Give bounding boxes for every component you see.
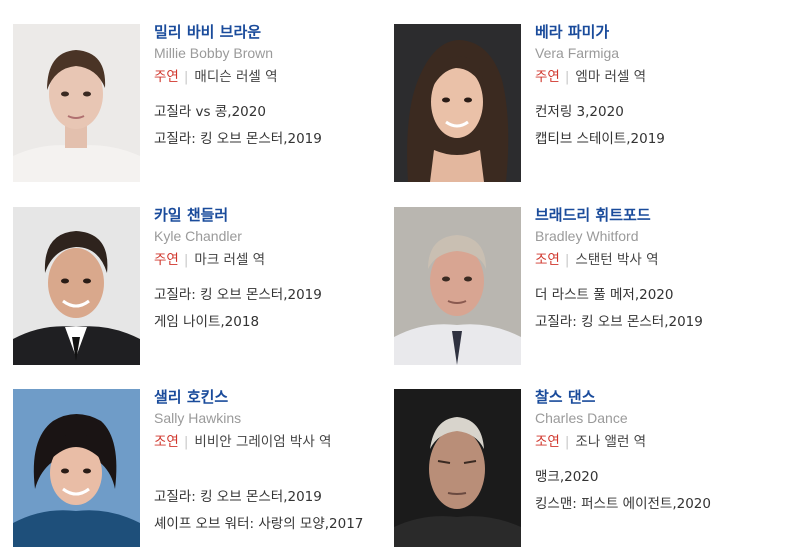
filmography-item[interactable]: 컨저링 3,2020 xyxy=(535,100,624,120)
actor-english-name: Kyle Chandler xyxy=(154,228,242,244)
filmography-item[interactable]: 캡티브 스테이트,2019 xyxy=(535,127,665,147)
cast-card: 샐리 호킨스 Sally Hawkins 조연 | 비비안 그레이엄 박사 역 고질… xyxy=(13,386,404,554)
role-name: 조나 앨런 역 xyxy=(575,434,647,450)
role-line: 주연 | 엠마 러셀 역 xyxy=(535,66,785,88)
role-line: 주연 | 매디슨 러셀 역 xyxy=(154,66,404,88)
cast-card: 밀리 바비 브라운 Millie Bobby Brown 주연 | 매디슨 러셀 역… xyxy=(13,21,404,189)
actor-photo[interactable] xyxy=(13,207,140,365)
cast-grid: 밀리 바비 브라운 Millie Bobby Brown 주연 | 매디슨 러셀 역… xyxy=(0,0,797,557)
role-line: 조연 | 조나 앨런 역 xyxy=(535,431,785,453)
role-type: 조연 xyxy=(535,252,560,268)
actor-name[interactable]: 베라 파미가 xyxy=(535,21,609,42)
actor-photo[interactable] xyxy=(394,389,521,547)
role-name: 매디슨 러셀 역 xyxy=(194,69,278,85)
role-line: 조연 | 스탠턴 박사 역 xyxy=(535,249,785,271)
actor-english-name: Sally Hawkins xyxy=(154,410,242,426)
filmography-item[interactable]: 고질라: 킹 오브 몬스터,2019 xyxy=(154,485,322,505)
cast-card: 베라 파미가 Vera Farmiga 주연 | 엠마 러셀 역 컨저링 3,202… xyxy=(394,21,785,189)
separator: | xyxy=(564,69,570,85)
filmography-item[interactable]: 고질라: 킹 오브 몬스터,2019 xyxy=(154,283,322,303)
separator: | xyxy=(564,434,570,450)
role-name: 비비안 그레이엄 박사 역 xyxy=(194,434,332,450)
actor-english-name: Charles Dance xyxy=(535,410,628,426)
cast-card: 찰스 댄스 Charles Dance 조연 | 조나 앨런 역 맹크,2020 킹… xyxy=(394,386,785,554)
filmography-item[interactable]: 킹스맨: 퍼스트 에이전트,2020 xyxy=(535,492,711,512)
filmography-item[interactable]: 고질라: 킹 오브 몬스터,2019 xyxy=(535,310,703,330)
filmography-item[interactable]: 맹크,2020 xyxy=(535,465,599,485)
actor-photo[interactable] xyxy=(394,207,521,365)
actor-name[interactable]: 밀리 바비 브라운 xyxy=(154,21,261,42)
filmography-item[interactable]: 셰이프 오브 워터: 사랑의 모양,2017 xyxy=(154,512,363,532)
actor-name[interactable]: 카일 챈들러 xyxy=(154,204,228,225)
actor-english-name: Vera Farmiga xyxy=(535,45,620,61)
filmography-item[interactable]: 게임 나이트,2018 xyxy=(154,310,259,330)
role-name: 마크 러셀 역 xyxy=(194,252,266,268)
role-line: 주연 | 마크 러셀 역 xyxy=(154,249,404,271)
role-type: 조연 xyxy=(154,434,179,450)
actor-name[interactable]: 샐리 호킨스 xyxy=(154,386,228,407)
role-type: 조연 xyxy=(535,434,560,450)
cast-card: 카일 챈들러 Kyle Chandler 주연 | 마크 러셀 역 고질라: 킹 오… xyxy=(13,204,404,372)
actor-name[interactable]: 찰스 댄스 xyxy=(535,386,595,407)
actor-photo[interactable] xyxy=(13,389,140,547)
role-name: 엠마 러셀 역 xyxy=(575,69,647,85)
role-type: 주연 xyxy=(154,252,179,268)
filmography-item[interactable]: 고질라: 킹 오브 몬스터,2019 xyxy=(154,127,322,147)
actor-english-name: Millie Bobby Brown xyxy=(154,45,274,61)
role-type: 주연 xyxy=(535,69,560,85)
role-line: 조연 | 비비안 그레이엄 박사 역 xyxy=(154,431,404,453)
role-name: 스탠턴 박사 역 xyxy=(575,252,659,268)
actor-name[interactable]: 브래드리 휘트포드 xyxy=(535,204,651,225)
filmography-item[interactable]: 고질라 vs 콩,2020 xyxy=(154,100,266,120)
role-type: 주연 xyxy=(154,69,179,85)
cast-card: 브래드리 휘트포드 Bradley Whitford 조연 | 스탠턴 박사 역 더… xyxy=(394,204,785,372)
separator: | xyxy=(183,434,189,450)
filmography-item[interactable]: 더 라스트 풀 메저,2020 xyxy=(535,283,673,303)
actor-english-name: Bradley Whitford xyxy=(535,228,639,244)
separator: | xyxy=(183,252,189,268)
actor-photo[interactable] xyxy=(394,24,521,182)
separator: | xyxy=(564,252,570,268)
separator: | xyxy=(183,69,189,85)
actor-photo[interactable] xyxy=(13,24,140,182)
